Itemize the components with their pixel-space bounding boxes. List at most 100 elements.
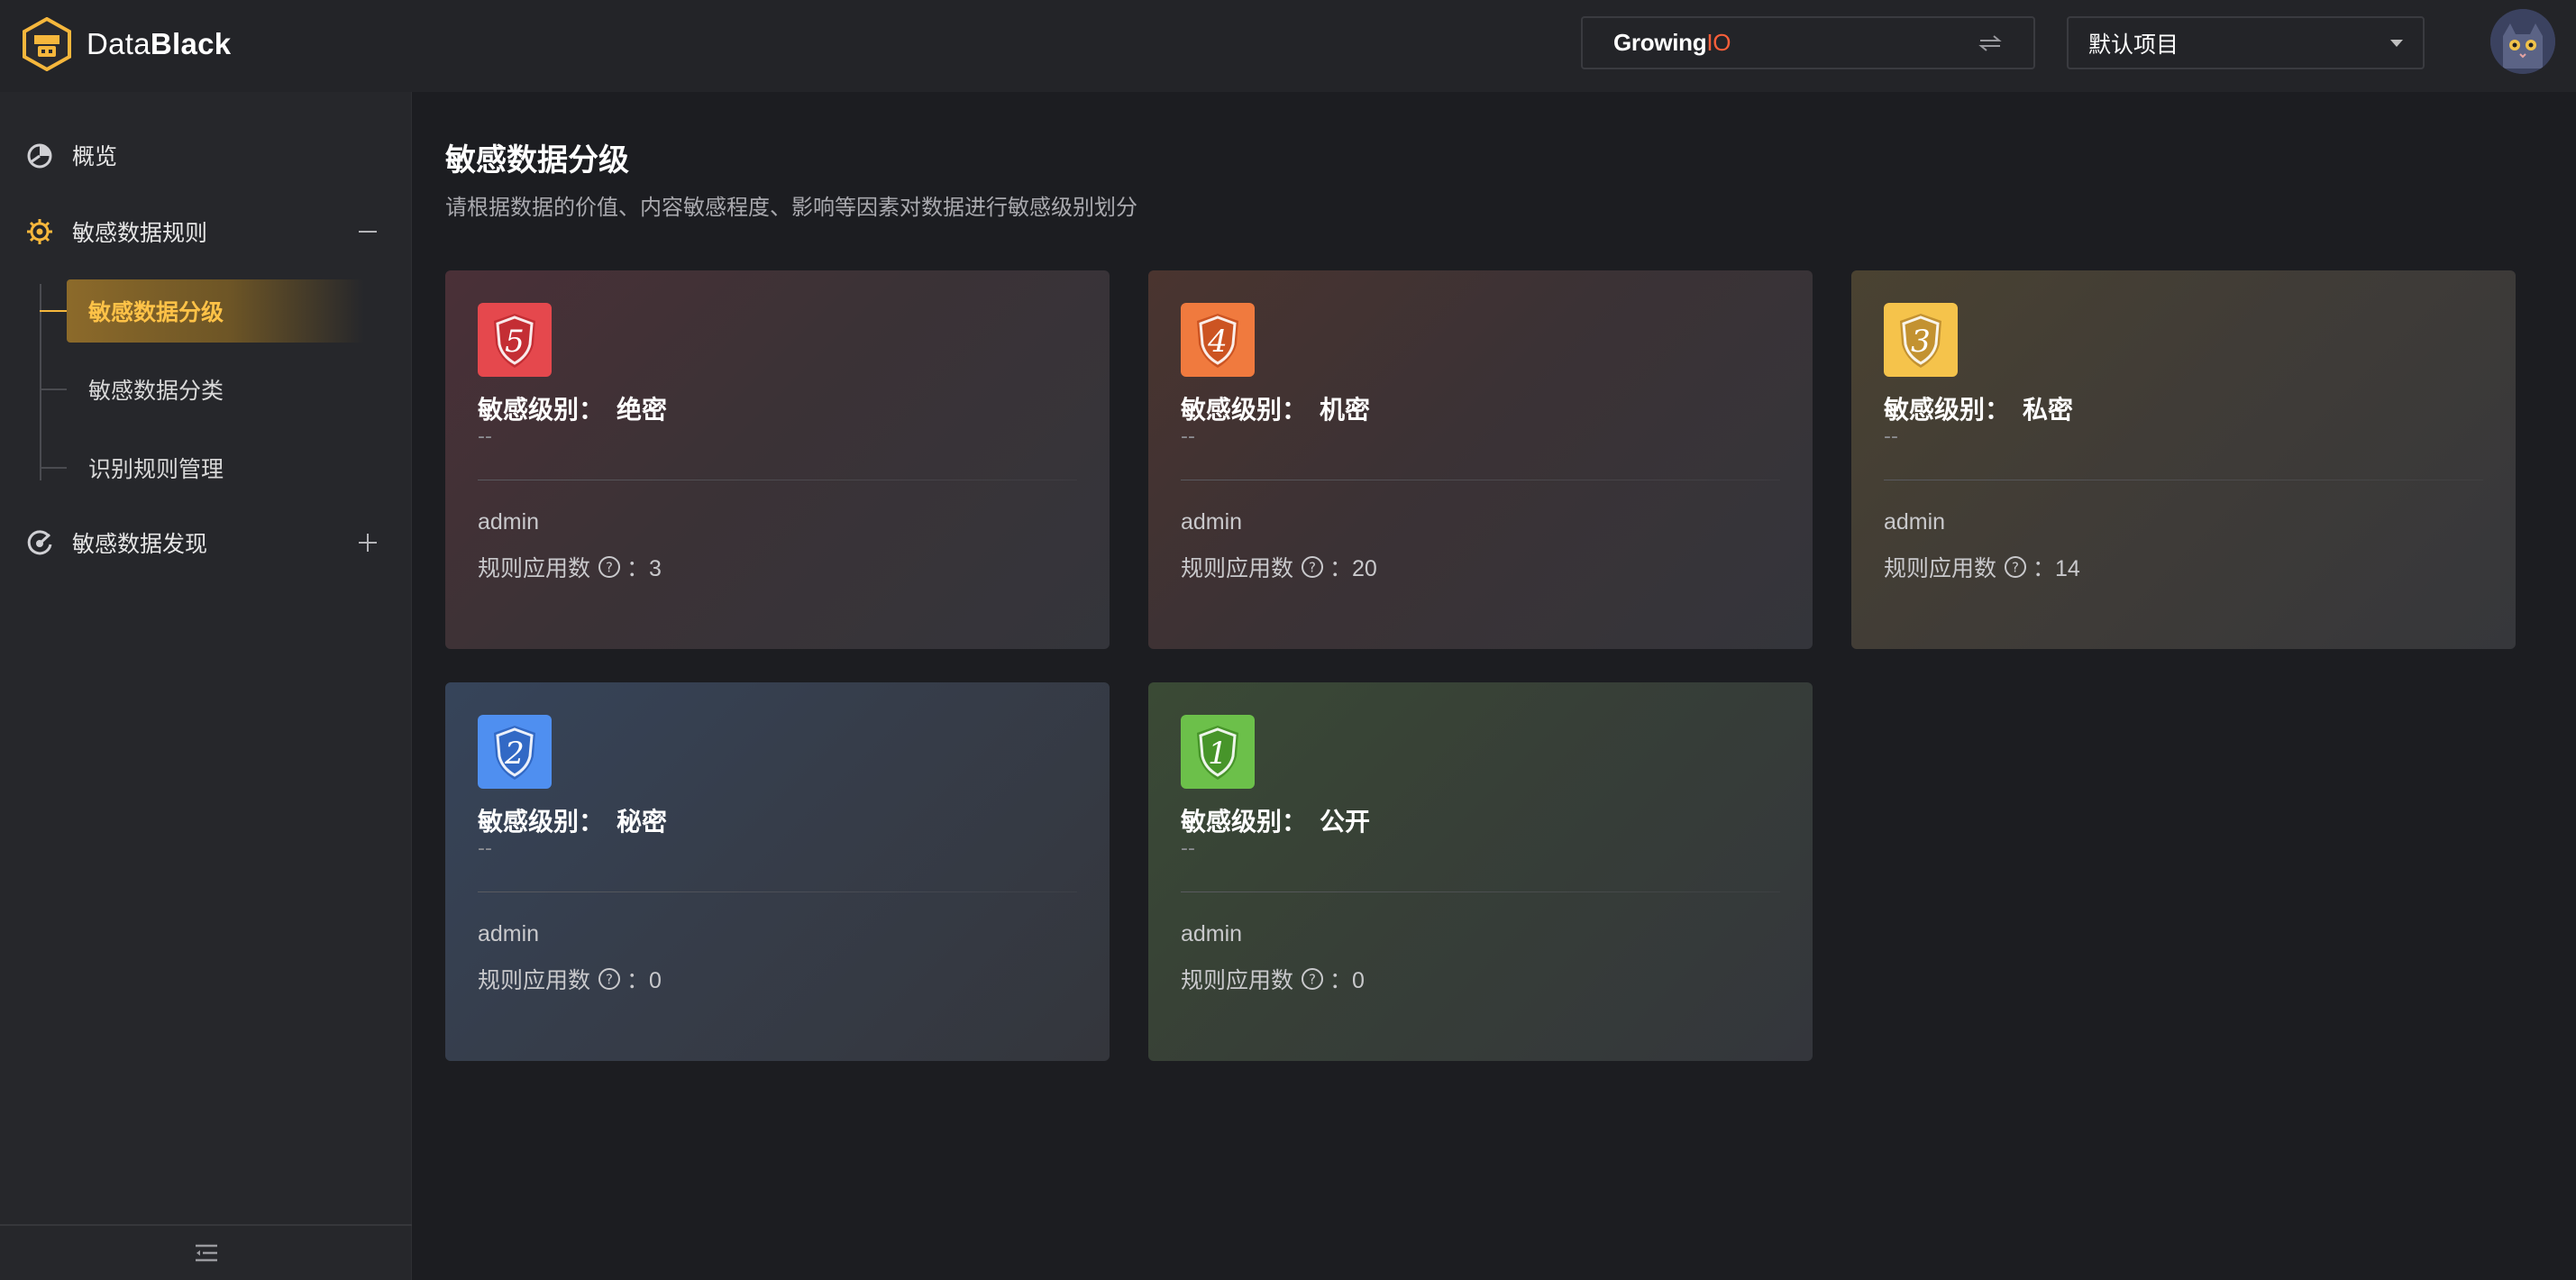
rule-count-value: ：14: [2032, 556, 2080, 581]
project-select[interactable]: 默认项目: [2067, 16, 2425, 69]
radar-icon: [27, 530, 52, 555]
card-title-prefix: 敏感级别：: [1884, 395, 2011, 425]
app-name-part-black: Black: [150, 27, 232, 60]
card-title: 敏感级别： 秘密: [478, 802, 667, 838]
level-card-2[interactable]: 2 敏感级别： 秘密 -- admin 规则应用数 ? ：0: [445, 682, 1110, 1061]
card-rule-count: 规则应用数 ? ：3: [478, 551, 662, 583]
sidebar-subitem-rule-management[interactable]: 识别规则管理: [40, 436, 364, 499]
rule-count-label: 规则应用数: [1884, 555, 1997, 581]
level-4-badge: 4: [1181, 303, 1255, 377]
card-level-name: 公开: [1320, 807, 1371, 837]
app-name-part-data: Data: [87, 27, 151, 60]
card-owner: admin: [1181, 921, 1243, 946]
sidebar-item-label: 敏感数据规则: [72, 220, 208, 246]
expand-plus-icon[interactable]: [356, 531, 379, 554]
card-title: 敏感级别： 机密: [1181, 390, 1370, 426]
caret-down-icon: [2390, 39, 2403, 47]
collapse-minus-icon[interactable]: [356, 220, 379, 243]
card-owner: admin: [478, 921, 540, 946]
help-icon[interactable]: ?: [598, 967, 621, 991]
shield-level-1-icon: 1: [1197, 726, 1238, 780]
card-rule-count: 规则应用数 ? ：0: [1181, 963, 1365, 995]
user-avatar[interactable]: [2490, 9, 2555, 74]
organization-switcher[interactable]: GrowingIO: [1581, 16, 2035, 69]
help-icon[interactable]: ?: [1301, 967, 1324, 991]
help-icon[interactable]: ?: [598, 555, 621, 579]
card-title-prefix: 敏感级别：: [1181, 807, 1308, 837]
level-card-3[interactable]: 3 敏感级别： 私密 -- admin 规则应用数 ? ：14: [1851, 270, 2516, 649]
shield-level-3-icon: 3: [1900, 314, 1941, 368]
svg-text:?: ?: [1309, 972, 1316, 988]
sidebar-item-label: 敏感数据发现: [72, 531, 208, 557]
card-description: --: [1884, 425, 1898, 448]
sidebar-subitem-label: 识别规则管理: [88, 456, 224, 482]
help-icon[interactable]: ?: [1301, 555, 1324, 579]
svg-text:3: 3: [1911, 324, 1931, 360]
sidebar-item-sensitive-data-discovery[interactable]: 敏感数据发现: [0, 511, 412, 574]
rule-count-label: 规则应用数: [478, 555, 591, 581]
card-description: --: [1181, 837, 1195, 860]
menu-collapse-icon[interactable]: [194, 1242, 219, 1264]
sidebar-item-label: 概览: [72, 143, 118, 169]
shield-level-4-icon: 4: [1197, 314, 1238, 368]
datablack-logo-icon: [23, 17, 71, 71]
level-card-5[interactable]: 5 敏感级别： 绝密 -- admin 规则应用数 ? ：3: [445, 270, 1110, 649]
level-card-1[interactable]: 1 敏感级别： 公开 -- admin 规则应用数 ? ：0: [1148, 682, 1813, 1061]
card-description: --: [478, 837, 492, 860]
card-rule-count: 规则应用数 ? ：14: [1884, 551, 2080, 583]
top-bar: DataBlack GrowingIO 默认项目: [0, 0, 2576, 92]
card-rule-count: 规则应用数 ? ：0: [478, 963, 662, 995]
card-owner: admin: [478, 509, 540, 535]
sidebar-item-sensitive-data-rules[interactable]: 敏感数据规则: [0, 200, 412, 263]
sidebar-subitem-sensitivity-levels[interactable]: 敏感数据分级: [40, 279, 364, 343]
swap-icon[interactable]: [1978, 33, 2003, 53]
shield-level-5-icon: 5: [494, 314, 535, 368]
sidebar-subitem-label: 敏感数据分类: [88, 378, 224, 404]
organization-name: GrowingIO: [1613, 29, 1731, 57]
org-name-part-growing: Growing: [1613, 29, 1707, 56]
rule-count-value: ：20: [1329, 556, 1377, 581]
sidebar-subitem-label: 敏感数据分级: [88, 299, 224, 325]
submenu-tick: [40, 310, 67, 312]
card-title: 敏感级别： 私密: [1884, 390, 2073, 426]
app-logo[interactable]: DataBlack: [22, 16, 231, 72]
cat-avatar-icon: [2490, 9, 2555, 74]
card-title-prefix: 敏感级别：: [478, 395, 605, 425]
rule-count-label: 规则应用数: [1181, 555, 1294, 581]
sidebar-footer: [0, 1224, 412, 1280]
sidebar-item-overview[interactable]: 概览: [0, 123, 412, 187]
svg-text:1: 1: [1208, 736, 1228, 772]
sidebar-subitem-data-classification[interactable]: 敏感数据分类: [40, 358, 364, 421]
card-title: 敏感级别： 公开: [1181, 802, 1370, 838]
card-level-name: 私密: [2023, 395, 2074, 425]
svg-text:?: ?: [606, 972, 613, 988]
app-name: DataBlack: [87, 27, 231, 61]
rule-count-label: 规则应用数: [478, 967, 591, 993]
rule-count-label: 规则应用数: [1181, 967, 1294, 993]
page-title: 敏感数据分级: [445, 142, 629, 178]
card-divider: [478, 891, 1077, 892]
sidebar: 概览 敏感数据规则 敏感数据分级 敏感数据分类 识别规则管理 敏感数据发现: [0, 92, 412, 1280]
card-rule-count: 规则应用数 ? ：20: [1181, 551, 1377, 583]
svg-text:?: ?: [2012, 560, 2019, 576]
card-title-prefix: 敏感级别：: [478, 807, 605, 837]
card-owner: admin: [1884, 509, 1946, 535]
submenu-tick: [40, 389, 67, 390]
card-description: --: [1181, 425, 1195, 448]
level-card-4[interactable]: 4 敏感级别： 机密 -- admin 规则应用数 ? ：20: [1148, 270, 1813, 649]
svg-text:5: 5: [505, 324, 525, 360]
svg-text:?: ?: [1309, 560, 1316, 576]
help-icon[interactable]: ?: [2004, 555, 2027, 579]
org-name-part-io: IO: [1706, 29, 1731, 56]
card-divider: [1181, 891, 1780, 892]
shield-level-2-icon: 2: [494, 726, 535, 780]
level-3-badge: 3: [1884, 303, 1958, 377]
gear-icon: [27, 219, 52, 244]
svg-text:2: 2: [504, 736, 525, 772]
rule-count-value: ：3: [626, 556, 662, 581]
card-owner: admin: [1181, 509, 1243, 535]
card-level-name: 绝密: [617, 395, 668, 425]
svg-text:?: ?: [606, 560, 613, 576]
page-subtitle: 请根据数据的价值、内容敏感程度、影响等因素对数据进行敏感级别划分: [445, 195, 1137, 220]
project-select-value: 默认项目: [2088, 31, 2179, 58]
